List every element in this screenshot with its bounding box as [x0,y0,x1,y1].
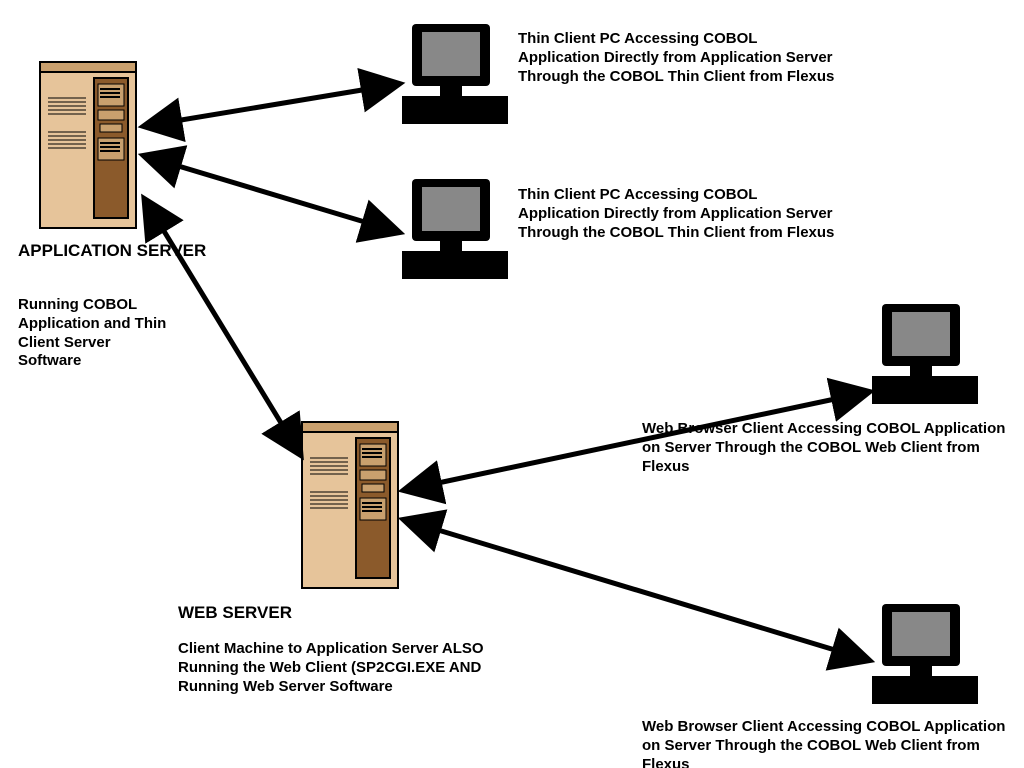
server-icon [300,420,400,590]
computer-icon [400,20,510,130]
web-client-2-desc: Web Browser Client Accessing COBOL Appli… [642,718,1012,768]
thin-client-1-desc: Thin Client PC Accessing COBOL Applicati… [518,30,838,86]
web-client-1-desc: Web Browser Client Accessing COBOL Appli… [642,420,1012,476]
server-icon [38,60,138,230]
web-server-title: WEB SERVER [178,602,292,623]
app-server-desc: Running COBOL Application and Thin Clien… [18,296,168,371]
computer-icon [870,600,980,710]
thin-client-2-desc: Thin Client PC Accessing COBOL Applicati… [518,186,838,242]
computer-icon [400,175,510,285]
web-server-desc: Client Machine to Application Server ALS… [178,640,538,696]
computer-icon [870,300,980,410]
app-server-title: APPLICATION SERVER [18,240,206,261]
